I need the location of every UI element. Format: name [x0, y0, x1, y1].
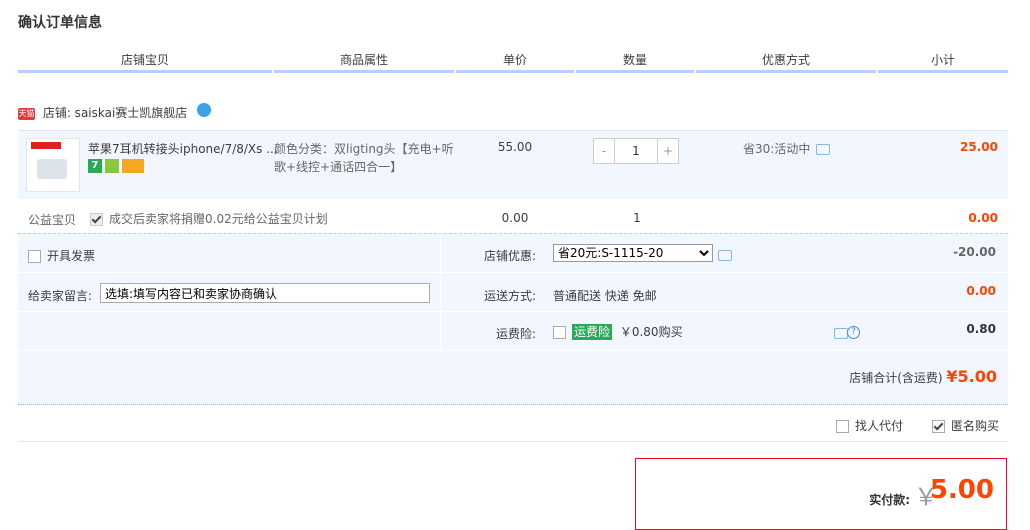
column-subtotal: 小计 — [878, 50, 1008, 73]
divider — [440, 233, 441, 350]
shipping-amount: 0.00 — [966, 284, 996, 298]
message-icon[interactable] — [834, 328, 848, 339]
charity-row: 公益宝贝 成交后卖家将捐赠0.02元给公益宝贝计划 0.00 1 0.00 — [18, 204, 1008, 232]
product-name[interactable]: 苹果7耳机转接头iphone/7/8/Xs ... — [88, 140, 278, 157]
memo-input[interactable] — [100, 283, 430, 303]
insurance-amount: 0.80 — [966, 322, 996, 336]
anonymous-option[interactable]: 匿名购买 — [932, 417, 999, 434]
charity-text: 成交后卖家将捐赠0.02元给公益宝贝计划 — [109, 212, 328, 226]
guarantee-icon — [105, 158, 119, 173]
divider — [18, 311, 1008, 312]
invoice-checkbox[interactable] — [28, 250, 41, 263]
insurance-price: ￥0.80购买 — [619, 325, 683, 339]
column-attributes: 商品属性 — [274, 50, 454, 73]
divider — [18, 350, 1008, 351]
payment-options-bar: 找人代付 匿名购买 — [18, 405, 1008, 442]
tmall-icon: 天猫 — [18, 107, 35, 120]
insurance-checkbox[interactable] — [553, 326, 566, 339]
page-title: 确认订单信息 — [18, 15, 102, 31]
item-subtotal: 25.00 — [960, 140, 998, 154]
shop-name[interactable]: 店铺: saiskai赛士凯旗舰店 — [43, 106, 187, 120]
shipping-method: 普通配送 快递 免邮 — [553, 289, 657, 303]
insurance-badge: 运费险 — [572, 324, 613, 340]
message-icon[interactable] — [816, 144, 831, 155]
insurance-option[interactable]: 运费险 ￥0.80购买 — [553, 323, 683, 340]
column-quantity: 数量 — [576, 50, 694, 73]
memo-label: 给卖家留言: — [28, 289, 93, 303]
shop-total-label: 店铺合计(含运费) — [849, 371, 943, 385]
shop-total: 店铺合计(含运费) ¥5.00 — [800, 367, 997, 386]
shop-discount-label: 店铺优惠: — [484, 249, 537, 263]
column-price: 单价 — [456, 50, 574, 73]
charity-qty: 1 — [633, 211, 641, 225]
charity-checkbox — [90, 213, 103, 226]
charity-subtotal: 0.00 — [968, 211, 998, 225]
quantity-decrease-button[interactable]: - — [594, 139, 615, 163]
column-shop-items: 店铺宝贝 — [18, 50, 272, 73]
shop-total-amount: ¥5.00 — [946, 367, 997, 386]
shipping-label: 运送方式: — [484, 289, 537, 303]
message-icon[interactable] — [718, 250, 732, 261]
charity-label: 公益宝贝 — [28, 213, 77, 227]
charity-price: 0.00 — [501, 211, 529, 225]
proxy-pay-option[interactable]: 找人代付 — [836, 417, 903, 434]
credit-card-icon — [122, 158, 144, 173]
service-badges: 7 — [88, 158, 147, 173]
pay-label: 实付款: — [869, 493, 910, 507]
seven-day-return-icon: 7 — [88, 158, 102, 173]
insurance-label: 运费险: — [496, 327, 537, 341]
proxy-pay-checkbox[interactable] — [836, 420, 849, 433]
quantity-increase-button[interactable]: + — [657, 139, 678, 163]
column-discount: 优惠方式 — [696, 50, 876, 73]
anonymous-label: 匿名购买 — [951, 419, 1000, 433]
chat-icon[interactable] — [197, 102, 212, 117]
quantity-stepper: - 1 + — [593, 138, 679, 164]
product-thumbnail[interactable] — [26, 138, 80, 192]
invoice-label: 开具发票 — [47, 249, 96, 263]
invoice-option[interactable]: 开具发票 — [28, 247, 95, 264]
shop-row: 天猫 店铺: saiskai赛士凯旗舰店 — [18, 102, 212, 124]
charity-option: 成交后卖家将捐赠0.02元给公益宝贝计划 — [90, 210, 328, 227]
proxy-pay-label: 找人代付 — [855, 419, 904, 433]
promotion: 省30:活动中 — [743, 140, 831, 157]
payment-summary: 实付款: ￥ 5.00 — [635, 458, 1007, 530]
divider — [18, 272, 1008, 273]
anonymous-checkbox[interactable] — [932, 420, 945, 433]
help-icon[interactable]: ? — [847, 326, 860, 339]
promotion-text: 省30:活动中 — [743, 142, 811, 156]
shop-discount-amount: -20.00 — [953, 245, 996, 259]
column-header: 店铺宝贝 商品属性 单价 数量 优惠方式 小计 — [18, 50, 1008, 73]
unit-price: 55.00 — [497, 140, 533, 154]
shop-discount-select[interactable]: 省20元:S-1115-20 — [553, 244, 713, 262]
pay-amount: 5.00 — [929, 475, 994, 505]
product-attributes: 颜色分类：双ligting头【充电+听歌+线控+通话四合一】 — [274, 142, 454, 174]
quantity-input[interactable]: 1 — [615, 139, 657, 163]
